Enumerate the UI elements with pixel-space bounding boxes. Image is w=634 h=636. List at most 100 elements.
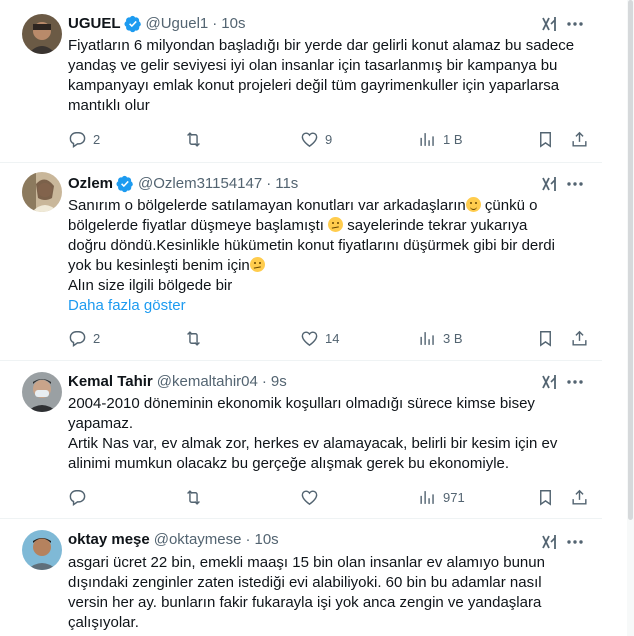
scrollbar-thumb[interactable] [628, 0, 633, 520]
more-icon[interactable] [565, 532, 585, 552]
timestamp[interactable]: 10s [254, 530, 278, 550]
tweet-text-line: doğru döndü.Kesinlikle hükümetin konut f… [68, 237, 555, 254]
avatar[interactable] [22, 530, 62, 570]
reply-button[interactable]: 2 [68, 328, 100, 348]
separator-dot: · [212, 15, 218, 32]
grok-icon[interactable] [540, 14, 560, 34]
like-button[interactable]: 14 [300, 328, 339, 348]
like-count: 9 [325, 131, 333, 147]
retweet-icon [187, 489, 200, 505]
reply-icon [69, 489, 86, 506]
reply-button[interactable] [68, 487, 93, 507]
tweet-actions: 2 9 1 B [68, 129, 588, 149]
tweet-text-line: yandaş ve gelir seviyesi iyi olan insanl… [68, 57, 558, 74]
tweet-header: Ozlem @Ozlem31154147 · 11s [68, 174, 298, 194]
text-fragment: Sanırım o bölgelerde satılamayan konutla… [68, 197, 466, 214]
bookmark-button[interactable] [536, 328, 555, 348]
bookmark-icon [540, 489, 551, 506]
views-count: 1 B [443, 131, 463, 147]
tweet-text: Sanırım o bölgelerde satılamayan konutla… [68, 196, 588, 316]
like-icon [301, 330, 318, 346]
tweet-text: 2004-2010 döneminin ekonomik koşulları o… [68, 394, 588, 474]
display-name[interactable]: Ozlem [68, 174, 113, 194]
share-icon [572, 489, 587, 505]
more-icon[interactable] [565, 372, 585, 392]
tweet[interactable]: Ozlem @Ozlem31154147 · 11s Sanırım o böl… [0, 162, 602, 361]
tweet-text-line: Alın size ilgili bölgede bir [68, 277, 233, 294]
views-button[interactable]: 1 B [418, 129, 463, 149]
tweet[interactable]: oktay meşe @oktaymese · 10s asgari ücret… [0, 518, 602, 636]
tweet-header: Kemal Tahir @kemaltahir04 · 9s [68, 372, 287, 392]
display-name[interactable]: Kemal Tahir [68, 372, 153, 392]
like-button[interactable] [300, 487, 325, 507]
bookmark-button[interactable] [536, 487, 555, 507]
like-icon [301, 489, 318, 505]
tweet-text-line: Fiyatların 6 milyondan başladığı bir yer… [68, 37, 575, 54]
bookmark-button[interactable] [536, 129, 555, 149]
tweet-text-line: Artik Nas var, ev almak zor, herkes ev a… [68, 435, 558, 452]
bookmark-icon [540, 330, 551, 347]
user-handle[interactable]: @kemaltahir04 [157, 372, 258, 392]
like-icon [301, 131, 318, 147]
like-button[interactable]: 9 [300, 129, 332, 149]
more-icon[interactable] [565, 14, 585, 34]
timestamp[interactable]: 11s [275, 174, 298, 194]
avatar[interactable] [22, 372, 62, 412]
views-count: 971 [443, 489, 465, 505]
reply-icon [69, 330, 86, 347]
timestamp[interactable]: 10s [221, 14, 245, 34]
tweet[interactable]: Kemal Tahir @kemaltahir04 · 9s 2004-2010… [0, 360, 602, 519]
confused-face-emoji-icon [328, 217, 344, 232]
grok-icon[interactable] [540, 174, 560, 194]
reply-button[interactable]: 2 [68, 129, 100, 149]
views-icon [420, 132, 434, 146]
smiling-face-emoji-icon [465, 197, 481, 212]
tweet-text-line: mantıklı olur [68, 97, 150, 114]
retweet-icon [187, 131, 200, 147]
text-fragment: yok bu kesinleşti benim için [68, 257, 250, 274]
verified-badge-icon [123, 15, 142, 33]
tweet-text-line: 2004-2010 döneminin ekonomik koşulları o… [68, 395, 535, 412]
grok-icon[interactable] [540, 372, 560, 392]
tweet-text-line: çalışıyolar. [68, 614, 139, 631]
retweet-button[interactable] [184, 129, 209, 149]
tweet-text-line: Sanırım o bölgelerde satılamayan konutla… [68, 196, 588, 216]
views-button[interactable]: 971 [418, 487, 465, 507]
timeline-feed: UGUEL @Uguel1 · 10s Fiyatların 6 milyond… [0, 0, 634, 636]
reply-count: 2 [93, 131, 101, 147]
tweet-text-line: yapamaz. [68, 415, 134, 432]
tweet[interactable]: UGUEL @Uguel1 · 10s Fiyatların 6 milyond… [0, 0, 602, 163]
views-icon [420, 490, 434, 504]
timestamp[interactable]: 9s [271, 372, 287, 392]
grok-icon[interactable] [540, 532, 560, 552]
views-button[interactable]: 3 B [418, 328, 463, 348]
user-handle[interactable]: @Uguel1 [146, 14, 209, 34]
share-button[interactable] [570, 129, 589, 149]
tweet-text-line: dışındaki zenginler zaten istediği evi a… [68, 574, 542, 591]
tweet-actions: 971 [68, 487, 588, 507]
tweet-header: oktay meşe @oktaymese · 10s [68, 530, 279, 550]
share-button[interactable] [570, 487, 589, 507]
tweet-actions: 2 14 3 B [68, 328, 588, 348]
reply-count: 2 [93, 330, 101, 346]
like-count: 14 [325, 330, 340, 346]
user-handle[interactable]: @oktaymese [154, 530, 242, 550]
show-more-link[interactable]: Daha fazla göster [68, 297, 186, 314]
display-name[interactable]: UGUEL [68, 14, 121, 34]
views-icon [420, 331, 434, 345]
retweet-button[interactable] [184, 328, 209, 348]
tweet-text-line: yok bu kesinleşti benim için [68, 256, 588, 276]
separator-dot: · [261, 373, 267, 390]
display-name[interactable]: oktay meşe [68, 530, 150, 550]
tweet-text-line: versin her ay. bunların fakir fukarayla … [68, 594, 542, 611]
avatar[interactable] [22, 172, 62, 212]
more-icon[interactable] [565, 174, 585, 194]
user-handle[interactable]: @Ozlem31154147 [138, 174, 262, 194]
tweet-text-line: bölgelerde fiyatlar düşmeye başlamıştı s… [68, 216, 588, 236]
avatar[interactable] [22, 14, 62, 54]
share-button[interactable] [570, 328, 589, 348]
retweet-button[interactable] [184, 487, 209, 507]
bookmark-icon [540, 131, 551, 148]
reply-icon [69, 131, 86, 148]
separator-dot: · [266, 175, 272, 192]
